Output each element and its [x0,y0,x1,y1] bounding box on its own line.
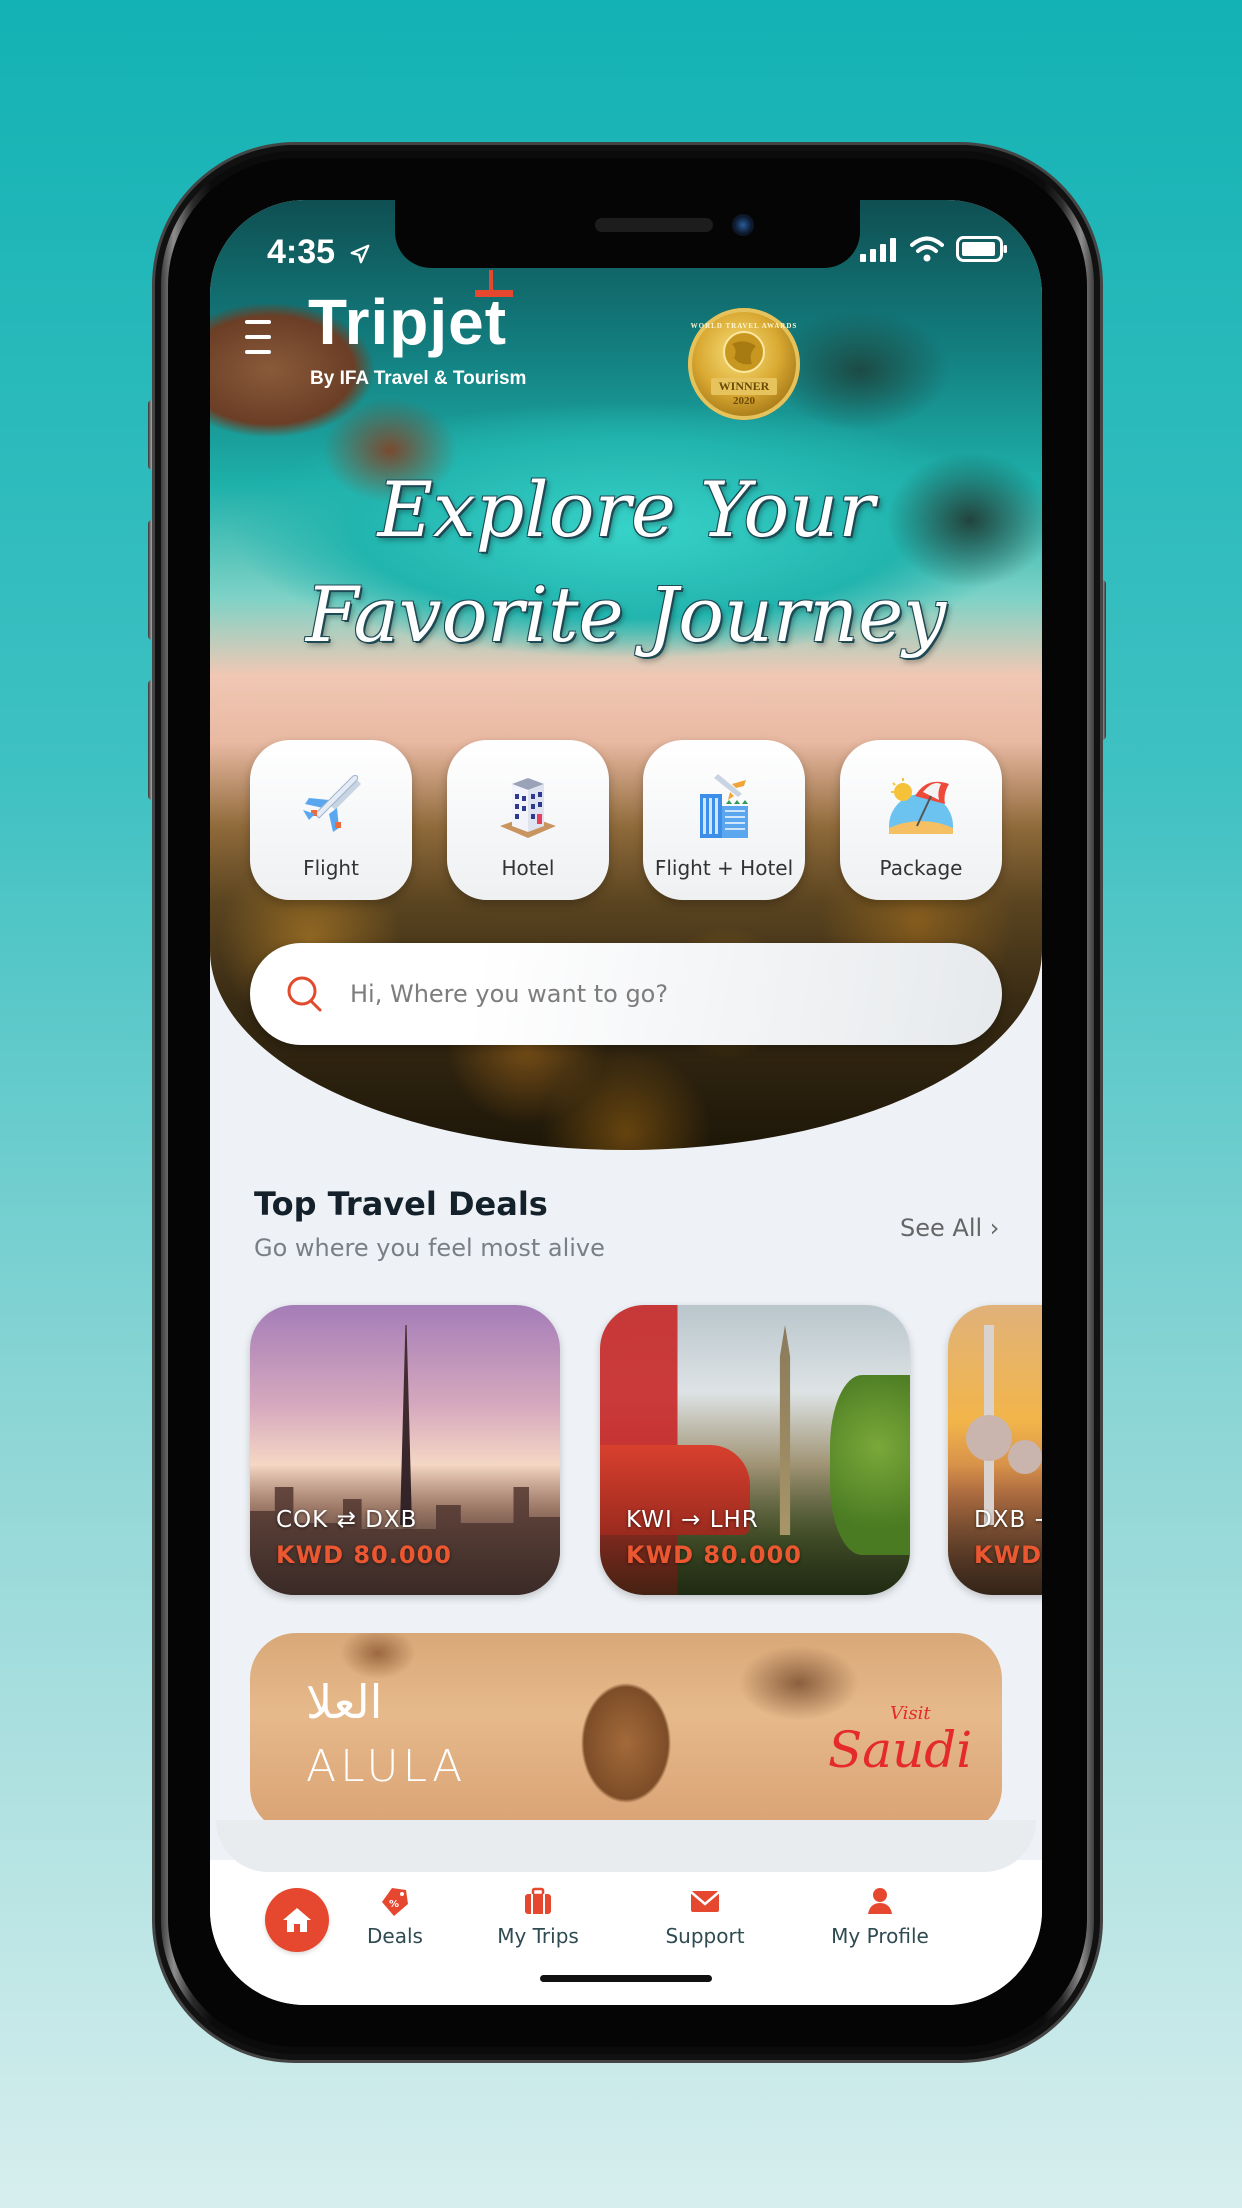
deal-card-kwi-lhr[interactable]: KWI → LHR KWD 80.000 [600,1305,910,1595]
deal-price: KWD 80.000 [276,1541,452,1569]
category-package[interactable]: Package [840,740,1002,900]
beach-umbrella-icon [889,778,953,834]
section-subtitle: Go where you feel most alive [254,1234,605,1262]
envelope-icon [690,1891,720,1912]
wifi-icon [910,236,944,262]
location-arrow-icon [350,244,369,264]
see-all-link[interactable]: See All › [900,1214,999,1242]
nav-my-profile[interactable]: My Profile [810,1884,950,1948]
status-icons [860,236,1008,262]
nav-support[interactable]: Support [650,1884,760,1948]
globe-icon [723,330,765,373]
bottom-navigation: % Deals My Trips Support My Profile [210,1868,1042,1968]
notch [395,200,860,268]
nav-home[interactable] [265,1888,329,1952]
status-time: 4:35 [267,233,371,272]
trees [830,1375,910,1555]
deal-price: KWD 80.000 [626,1541,802,1569]
deal-card-dxb-partial[interactable]: DXB → KWD [948,1305,1042,1595]
category-flight[interactable]: Flight [250,740,412,900]
battery-icon [956,236,1007,262]
hotel-building-icon [500,778,556,838]
world-travel-awards-badge: WORLD TRAVEL AWARDS WINNER 2020 [688,308,800,420]
user-icon [868,1888,892,1914]
app-screen: 4:35 Tripjet By IFA Travel & Tourism WOR… [210,200,1042,2005]
round-trip-arrows-icon: ⇄ [336,1507,357,1533]
category-hotel[interactable]: Hotel [447,740,609,900]
arrow-right-icon: → [681,1507,702,1533]
alula-arabic-logo: العلا [306,1675,383,1729]
search-icon [287,976,322,1012]
search-input[interactable] [350,980,950,1008]
deal-price: KWD [974,1541,1042,1569]
airplane-icon [303,775,361,832]
home-icon [283,1908,311,1932]
hero-headline-line1: Explore Your [377,465,875,554]
deals-tag-icon: % [382,1888,408,1916]
alula-promo-banner[interactable]: العلا ALULA Visit Saudi [250,1633,1002,1833]
flight-hotel-icon [700,774,748,838]
hamburger-menu-icon[interactable] [245,320,271,354]
front-camera [732,214,754,236]
nav-my-trips[interactable]: My Trips [478,1884,598,1948]
home-indicator[interactable] [540,1975,712,1982]
svg-text:%: % [389,1899,399,1910]
destination-search-bar[interactable] [250,943,1002,1045]
hero-headline-line2: Favorite Journey [305,570,947,659]
content-sheet-edge [216,1820,1036,1872]
alula-logo: ALULA [306,1741,467,1792]
nav-deals[interactable]: % Deals [340,1884,450,1948]
deal-card-cok-dxb[interactable]: COK ⇄ DXB KWD 80.000 [250,1305,560,1595]
visit-saudi-logo: Saudi [828,1721,973,1779]
burj-khalifa-silhouette [400,1325,412,1525]
big-ben-tower [779,1325,791,1535]
plane-tail-icon [475,270,514,297]
section-title: Top Travel Deals [254,1185,548,1223]
category-flight-hotel[interactable]: Flight + Hotel [643,740,805,900]
suitcase-icon [525,1887,551,1914]
speaker-grille [595,218,713,232]
signal-icon [860,238,896,262]
